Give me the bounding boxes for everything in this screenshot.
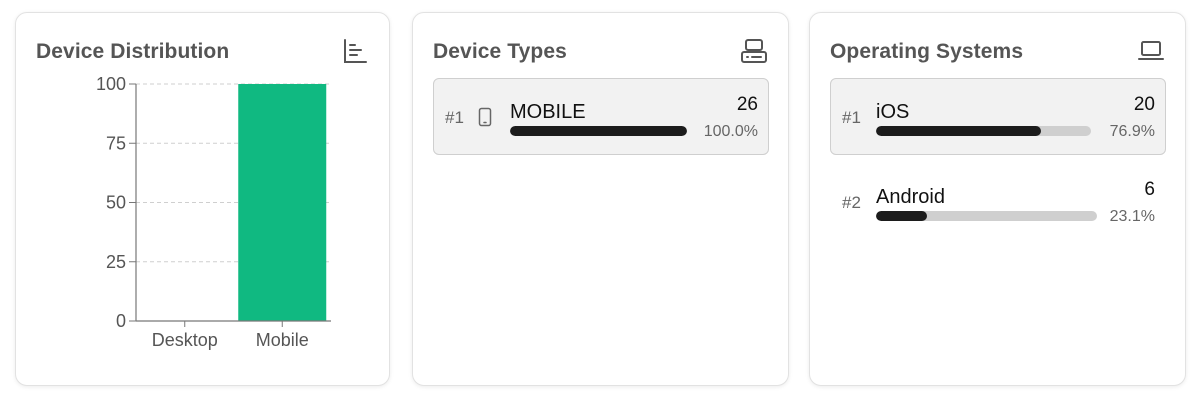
percent-value: 100.0%	[703, 123, 758, 140]
smartphone-icon	[478, 107, 492, 127]
progress-track	[876, 211, 1097, 221]
count-value: 6	[1144, 179, 1155, 200]
y-tick-label: 50	[106, 193, 126, 213]
x-tick-label: Desktop	[152, 330, 218, 350]
progress-fill	[876, 126, 1042, 136]
x-tick-label: Mobile	[256, 330, 309, 350]
progress-track	[510, 126, 687, 136]
server-icon	[740, 37, 768, 65]
y-tick-label: 25	[106, 252, 126, 272]
list-item[interactable]: #1 iOS 20 76.9%	[830, 78, 1166, 155]
progress-track	[876, 126, 1091, 136]
card-title: Operating Systems	[830, 40, 1024, 63]
y-tick-label: 100	[96, 74, 126, 94]
percent-value: 23.1%	[1109, 208, 1155, 225]
progress-fill	[876, 211, 928, 221]
count-value: 26	[736, 94, 758, 115]
percent-value: 76.9%	[1109, 123, 1155, 140]
bar-mobile[interactable]	[238, 84, 327, 321]
rank-label: #1	[842, 108, 861, 127]
device-types-card: Device Types #1 MOBILE 26 100.0%	[412, 12, 789, 386]
count-value: 20	[1133, 94, 1155, 115]
laptop-icon	[1137, 37, 1165, 65]
operating-systems-card: Operating Systems #1 iOS 20 76.9% #2 And…	[809, 12, 1186, 386]
card-title: Device Types	[433, 40, 567, 63]
os-label: Android	[876, 186, 945, 208]
rank-label: #1	[445, 108, 464, 127]
rank-label: #2	[842, 193, 861, 212]
list-item[interactable]: #2 Android 6 23.1%	[830, 163, 1166, 240]
list-item[interactable]: #1 MOBILE 26 100.0%	[433, 78, 769, 155]
y-tick-label: 0	[116, 311, 126, 331]
device-type-label: MOBILE	[510, 101, 586, 123]
os-label: iOS	[876, 101, 910, 123]
y-tick-label: 75	[106, 133, 126, 153]
device-distribution-card: Device Distribution 0 25 50 75 100 Desktop Mob…	[15, 12, 390, 386]
bar-chart: 0 25 50 75 100 Desktop Mobile	[96, 74, 331, 350]
progress-fill	[510, 126, 687, 136]
